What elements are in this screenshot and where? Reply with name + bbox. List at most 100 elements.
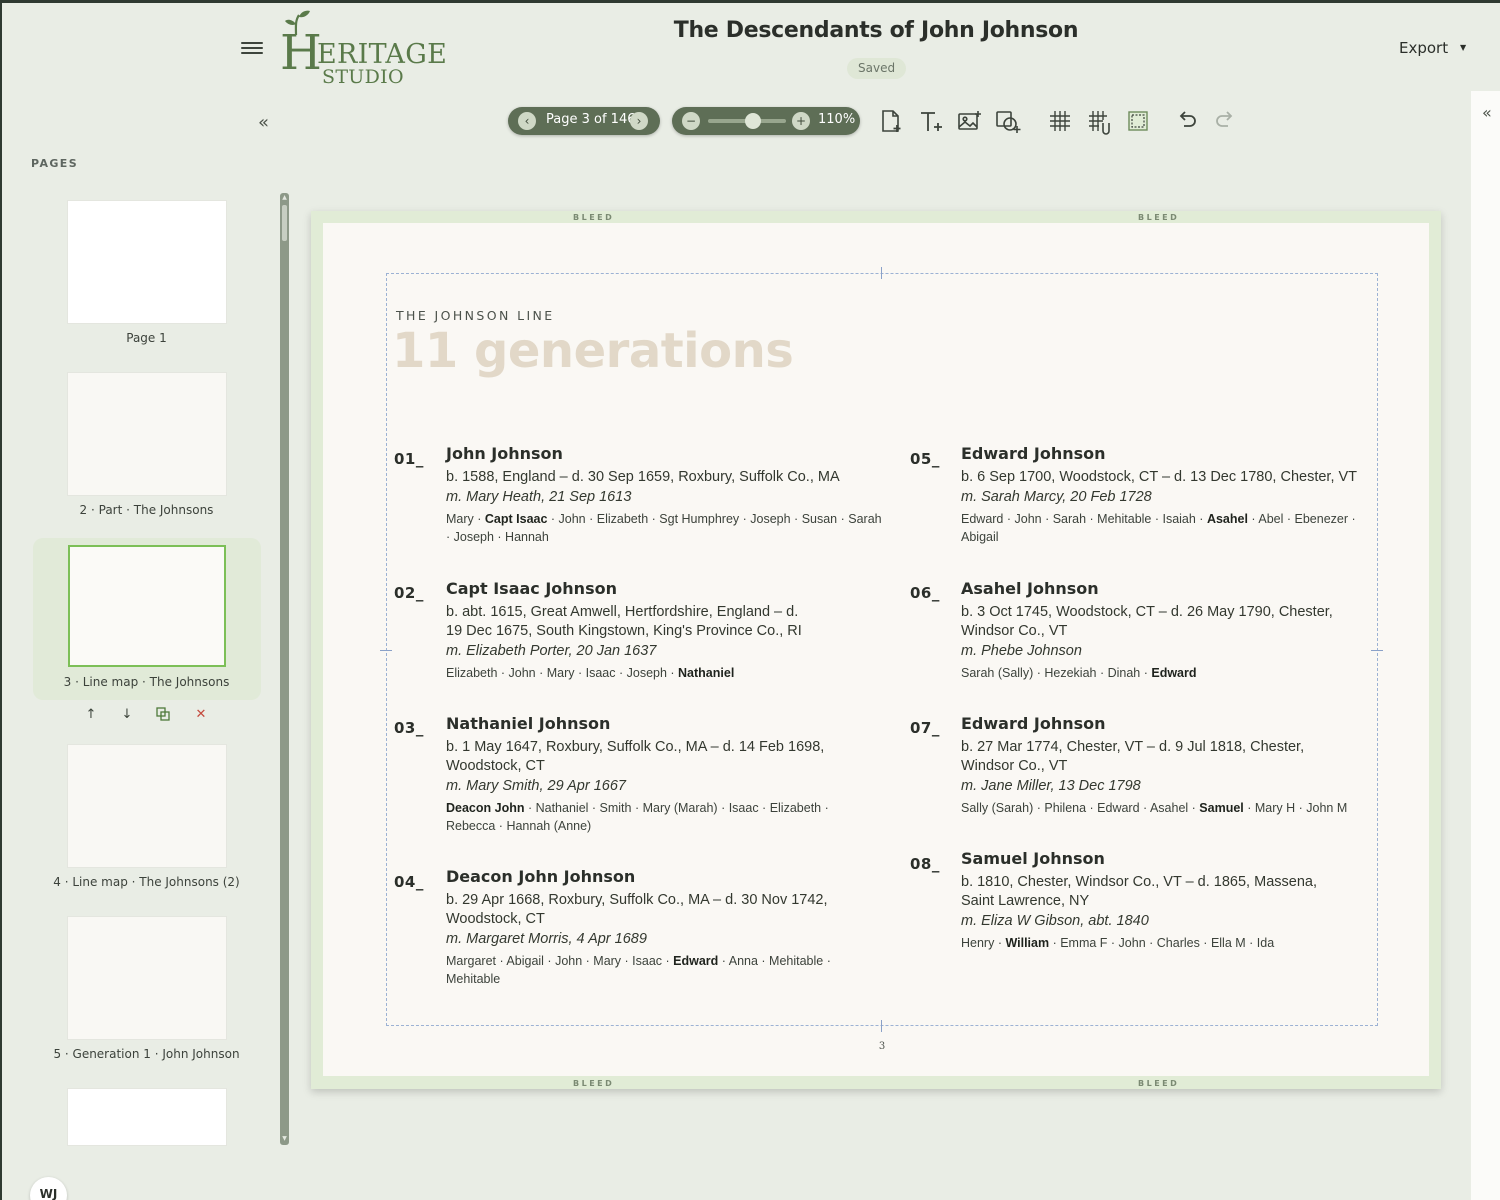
right-panel-rail bbox=[1471, 91, 1500, 1200]
marriage: m. Eliza W Gibson, abt. 1840 bbox=[961, 913, 1149, 929]
generation-number: 08_ bbox=[910, 855, 940, 873]
page-thumbnail-1[interactable] bbox=[68, 201, 226, 323]
collapse-sidebar-icon[interactable]: « bbox=[258, 112, 269, 133]
page-thumbnail-4[interactable] bbox=[68, 745, 226, 867]
marriage: m. Jane Miller, 13 Dec 1798 bbox=[961, 778, 1141, 794]
page-thumbnail-2[interactable] bbox=[68, 373, 226, 495]
children-list: Edward · John · Sarah · Mehitable · Isai… bbox=[961, 512, 1356, 544]
zoom-in-button[interactable]: + bbox=[792, 112, 810, 130]
page-indicator: Page 3 of 146 bbox=[546, 112, 636, 127]
page-thumbnail-3[interactable] bbox=[68, 545, 226, 667]
marriage: m. Elizabeth Porter, 20 Jan 1637 bbox=[446, 643, 657, 659]
generation-entry[interactable]: Edward Johnson b. 6 Sep 1700, Woodstock,… bbox=[961, 444, 1361, 546]
children-list: Elizabeth · John · Mary · Isaac · Joseph… bbox=[446, 666, 735, 680]
guide-tick bbox=[380, 650, 392, 651]
ancestor-name: Edward Johnson bbox=[961, 444, 1106, 463]
marriage: m. Phebe Johnson bbox=[961, 643, 1082, 659]
life-dates: b. 1 May 1647, Roxbury, Suffolk Co., MA … bbox=[446, 739, 825, 774]
ancestor-name: Nathaniel Johnson bbox=[446, 714, 611, 733]
caret-down-icon[interactable]: ▼ bbox=[1460, 43, 1466, 52]
children-list: Margaret · Abigail · John · Mary · Isaac… bbox=[446, 954, 831, 986]
page-thumbnail-label: 3 · Line map · The Johnsons bbox=[63, 675, 230, 689]
generation-entry[interactable]: John Johnson b. 1588, England – d. 30 Se… bbox=[446, 444, 886, 546]
zoom-slider-knob[interactable] bbox=[745, 113, 761, 129]
page-thumbnail-label: 2 · Part · The Johnsons bbox=[79, 503, 214, 517]
children-list: Deacon John · Nathaniel · Smith · Mary (… bbox=[446, 801, 829, 833]
life-dates: b. 29 Apr 1668, Roxbury, Suffolk Co., MA… bbox=[446, 892, 828, 927]
next-page-button[interactable]: › bbox=[630, 112, 648, 130]
page-thumbnail-6[interactable] bbox=[68, 1089, 226, 1145]
scrollbar-thumb[interactable] bbox=[282, 205, 287, 241]
add-shape-icon[interactable] bbox=[994, 107, 1022, 135]
duplicate-icon[interactable] bbox=[154, 707, 172, 725]
pages-scrollbar[interactable]: ▲ ▼ bbox=[280, 193, 289, 1145]
bleed-label: BLEED bbox=[1138, 1079, 1180, 1088]
generation-entry[interactable]: Capt Isaac Johnson b. abt. 1615, Great A… bbox=[446, 579, 806, 682]
guide-tick bbox=[881, 267, 882, 279]
life-dates: b. 27 Mar 1774, Chester, VT – d. 9 Jul 1… bbox=[961, 739, 1305, 774]
export-button[interactable]: Export bbox=[1399, 39, 1448, 57]
snap-grid-icon[interactable] bbox=[1085, 107, 1113, 135]
life-dates: b. 6 Sep 1700, Woodstock, CT – d. 13 Dec… bbox=[961, 469, 1358, 485]
scroll-down-icon[interactable]: ▼ bbox=[280, 1135, 289, 1142]
move-down-icon[interactable]: ↓ bbox=[118, 707, 136, 725]
ancestor-name: Asahel Johnson bbox=[961, 579, 1099, 598]
logo-sub: STUDIO bbox=[322, 66, 404, 88]
ancestor-name: Edward Johnson bbox=[961, 714, 1106, 733]
pages-heading: PAGES bbox=[31, 157, 79, 170]
zoom-control: − + 110% bbox=[672, 107, 860, 135]
page-thumbnail-label: 4 · Line map · The Johnsons (2) bbox=[53, 875, 240, 889]
children-list: Henry · William · Emma F · John · Charle… bbox=[961, 936, 1275, 950]
page-thumbnail-5[interactable] bbox=[68, 917, 226, 1039]
scroll-up-icon[interactable]: ▲ bbox=[280, 194, 289, 201]
expand-right-panel-icon[interactable]: « bbox=[1482, 103, 1492, 122]
life-dates: b. 1588, England – d. 30 Sep 1659, Roxbu… bbox=[446, 469, 840, 485]
generation-entry[interactable]: Deacon John Johnson b. 29 Apr 1668, Roxb… bbox=[446, 867, 846, 988]
generation-entry[interactable]: Asahel Johnson b. 3 Oct 1745, Woodstock,… bbox=[961, 579, 1351, 682]
children-list: Sally (Sarah) · Philena · Edward · Asahe… bbox=[961, 801, 1348, 815]
previous-page-button[interactable]: ‹ bbox=[518, 112, 536, 130]
generation-entry[interactable]: Samuel Johnson b. 1810, Chester, Windsor… bbox=[961, 849, 1351, 952]
zoom-level: 110% bbox=[818, 112, 856, 127]
move-up-icon[interactable]: ↑ bbox=[82, 707, 100, 725]
delete-icon[interactable]: ✕ bbox=[192, 707, 210, 725]
ancestor-name: Deacon John Johnson bbox=[446, 867, 636, 886]
generation-number: 04_ bbox=[394, 873, 424, 891]
bleed-label: BLEED bbox=[573, 1079, 615, 1088]
menu-button[interactable] bbox=[241, 39, 263, 57]
save-status-badge: Saved bbox=[847, 58, 907, 79]
generation-entry[interactable]: Edward Johnson b. 27 Mar 1774, Chester, … bbox=[961, 714, 1361, 817]
document-title[interactable]: The Descendants of John Johnson bbox=[626, 18, 1126, 43]
children-list: Mary · Capt Isaac · John · Elizabeth · S… bbox=[446, 512, 882, 544]
redo-icon[interactable] bbox=[1211, 107, 1239, 135]
bleed-label: BLEED bbox=[1138, 213, 1180, 222]
generation-number: 07_ bbox=[910, 719, 940, 737]
bleed-frame-icon[interactable] bbox=[1124, 107, 1152, 135]
marriage: m. Mary Smith, 29 Apr 1667 bbox=[446, 778, 626, 794]
logo-initial: H bbox=[280, 25, 322, 81]
zoom-out-button[interactable]: − bbox=[682, 112, 700, 130]
generation-number: 06_ bbox=[910, 584, 940, 602]
life-dates: b. 1810, Chester, Windsor Co., VT – d. 1… bbox=[961, 874, 1317, 909]
guide-tick bbox=[881, 1020, 882, 1032]
page-number: 3 bbox=[878, 1041, 886, 1052]
add-image-icon[interactable] bbox=[955, 107, 983, 135]
ancestor-name: Capt Isaac Johnson bbox=[446, 579, 617, 598]
user-avatar[interactable]: WJ bbox=[30, 1177, 67, 1200]
page-actions: ↑ ↓ ✕ bbox=[82, 707, 222, 725]
guide-tick bbox=[1371, 650, 1383, 651]
heritage-studio-logo: H ERITAGE STUDIO bbox=[280, 9, 447, 89]
page-thumbnail-label: 5 · Generation 1 · John Johnson bbox=[53, 1047, 240, 1061]
undo-icon[interactable] bbox=[1173, 107, 1201, 135]
page-title[interactable]: 11 generations bbox=[392, 323, 794, 379]
grid-icon[interactable] bbox=[1046, 107, 1074, 135]
add-page-icon[interactable] bbox=[877, 107, 905, 135]
section-eyebrow[interactable]: THE JOHNSON LINE bbox=[396, 308, 555, 323]
add-text-icon[interactable] bbox=[917, 107, 945, 135]
generation-number: 03_ bbox=[394, 719, 424, 737]
page-thumbnail-label: Page 1 bbox=[126, 331, 167, 345]
generation-entry[interactable]: Nathaniel Johnson b. 1 May 1647, Roxbury… bbox=[446, 714, 836, 835]
generation-number: 02_ bbox=[394, 584, 424, 602]
marriage: m. Margaret Morris, 4 Apr 1689 bbox=[446, 931, 647, 947]
life-dates: b. 3 Oct 1745, Woodstock, CT – d. 26 May… bbox=[961, 604, 1333, 639]
